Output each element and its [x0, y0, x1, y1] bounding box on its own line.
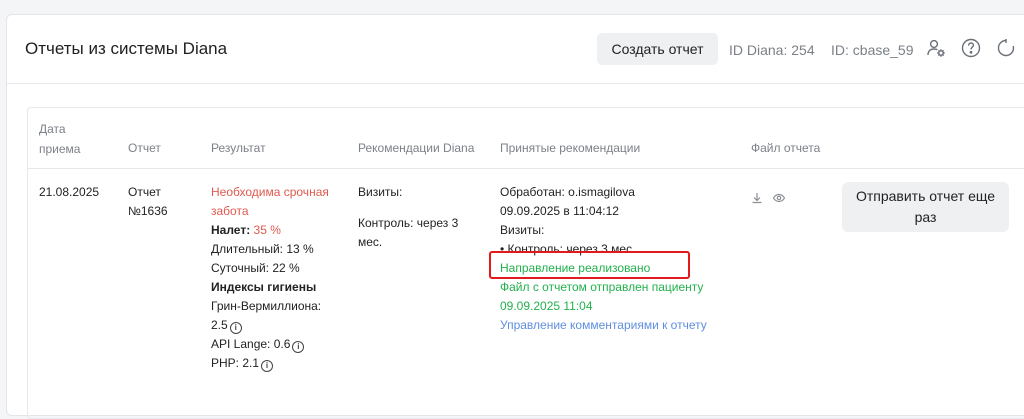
- report-label: Отчет: [128, 185, 161, 199]
- column-header-accepted: Принятые рекомендации: [500, 141, 641, 155]
- result-cell: Необходима срочная забота Налет: 35 % Дл…: [211, 183, 351, 373]
- urgent-status-line1: Необходима срочная: [211, 185, 329, 199]
- info-icon[interactable]: i: [261, 360, 274, 372]
- header-divider: [28, 168, 1024, 169]
- download-icon[interactable]: [750, 191, 764, 205]
- cbase-id-label: ID: cbase_59: [831, 42, 914, 58]
- plaque-value: 35 %: [253, 223, 281, 237]
- recommendations-cell: Визиты: Контроль: через 3 мес.: [358, 183, 488, 252]
- card-header: Отчеты из системы Diana Создать отчет ID…: [7, 15, 1024, 84]
- direction-status: Направление реализовано: [500, 261, 651, 275]
- info-icon[interactable]: i: [229, 322, 242, 334]
- daily-plaque: Суточный: 22 %: [211, 261, 300, 275]
- plaque-label: Налет:: [211, 223, 251, 237]
- php-value: PHP: 2.1: [211, 356, 260, 370]
- file-sent-status: Файл с отчетом отправлен пациенту: [500, 280, 704, 294]
- column-header-date: Дата приема: [39, 119, 80, 159]
- create-report-button[interactable]: Создать отчет: [597, 33, 718, 65]
- page-title: Отчеты из системы Diana: [25, 39, 228, 58]
- info-icon[interactable]: i: [292, 341, 305, 353]
- report-id: №1636: [128, 204, 168, 218]
- diana-id-label: ID Diana: 254: [729, 42, 815, 58]
- column-header-recommendations: Рекомендации Diana: [358, 141, 475, 155]
- green-vermillion-value: 2.5: [211, 318, 228, 332]
- refresh-icon[interactable]: [995, 37, 1017, 59]
- reports-card: Отчеты из системы Diana Создать отчет ID…: [6, 14, 1024, 419]
- recommendation-visits: Визиты:: [358, 185, 403, 199]
- resend-report-button[interactable]: Отправить отчет еще раз: [842, 182, 1009, 232]
- column-header-report: Отчет: [128, 141, 161, 155]
- plaque-line: Налет: 35 %: [211, 221, 351, 240]
- reports-table: Дата приема Отчет Результат Рекомендации…: [27, 107, 1024, 419]
- hygiene-title: Индексы гигиены: [211, 280, 317, 294]
- eye-icon[interactable]: [772, 191, 786, 205]
- accepted-visits: Визиты:: [500, 223, 545, 237]
- php-line: PHP: 2.1 i: [211, 354, 351, 373]
- visit-date: 21.08.2025: [39, 185, 100, 199]
- processed-by: Обработан: o.ismagilova: [500, 185, 635, 199]
- long-term-plaque: Длительный: 13 %: [211, 242, 314, 256]
- file-sent-date: 09.09.2025 11:04: [500, 299, 593, 313]
- accepted-control: • Контроль: через 3 мес.: [500, 242, 636, 256]
- processed-date: 09.09.2025 в 11:04:12: [500, 204, 619, 218]
- column-header-date-line1: Дата: [39, 122, 66, 136]
- column-header-date-line2: приема: [39, 142, 81, 156]
- green-vermillion-line: 2.5 i: [211, 316, 351, 335]
- report-number[interactable]: Отчет №1636: [128, 183, 168, 221]
- manage-comments-link[interactable]: Управление комментариями к отчету: [500, 316, 740, 335]
- user-settings-icon[interactable]: [925, 37, 947, 59]
- column-header-result: Результат: [211, 141, 266, 155]
- accepted-cell: Обработан: o.ismagilova 09.09.2025 в 11:…: [500, 183, 740, 335]
- recommendation-control-line2: мес.: [358, 235, 383, 249]
- help-icon[interactable]: [960, 37, 982, 59]
- api-lange-line: API Lange: 0.6 i: [211, 335, 351, 354]
- recommendation-control-line1: Контроль: через 3: [358, 216, 459, 230]
- green-vermillion-label: Грин-Вермиллиона:: [211, 299, 322, 313]
- api-lange-value: API Lange: 0.6: [211, 337, 291, 351]
- column-header-file: Файл отчета: [751, 141, 821, 155]
- urgent-status-line2: забота: [211, 204, 249, 218]
